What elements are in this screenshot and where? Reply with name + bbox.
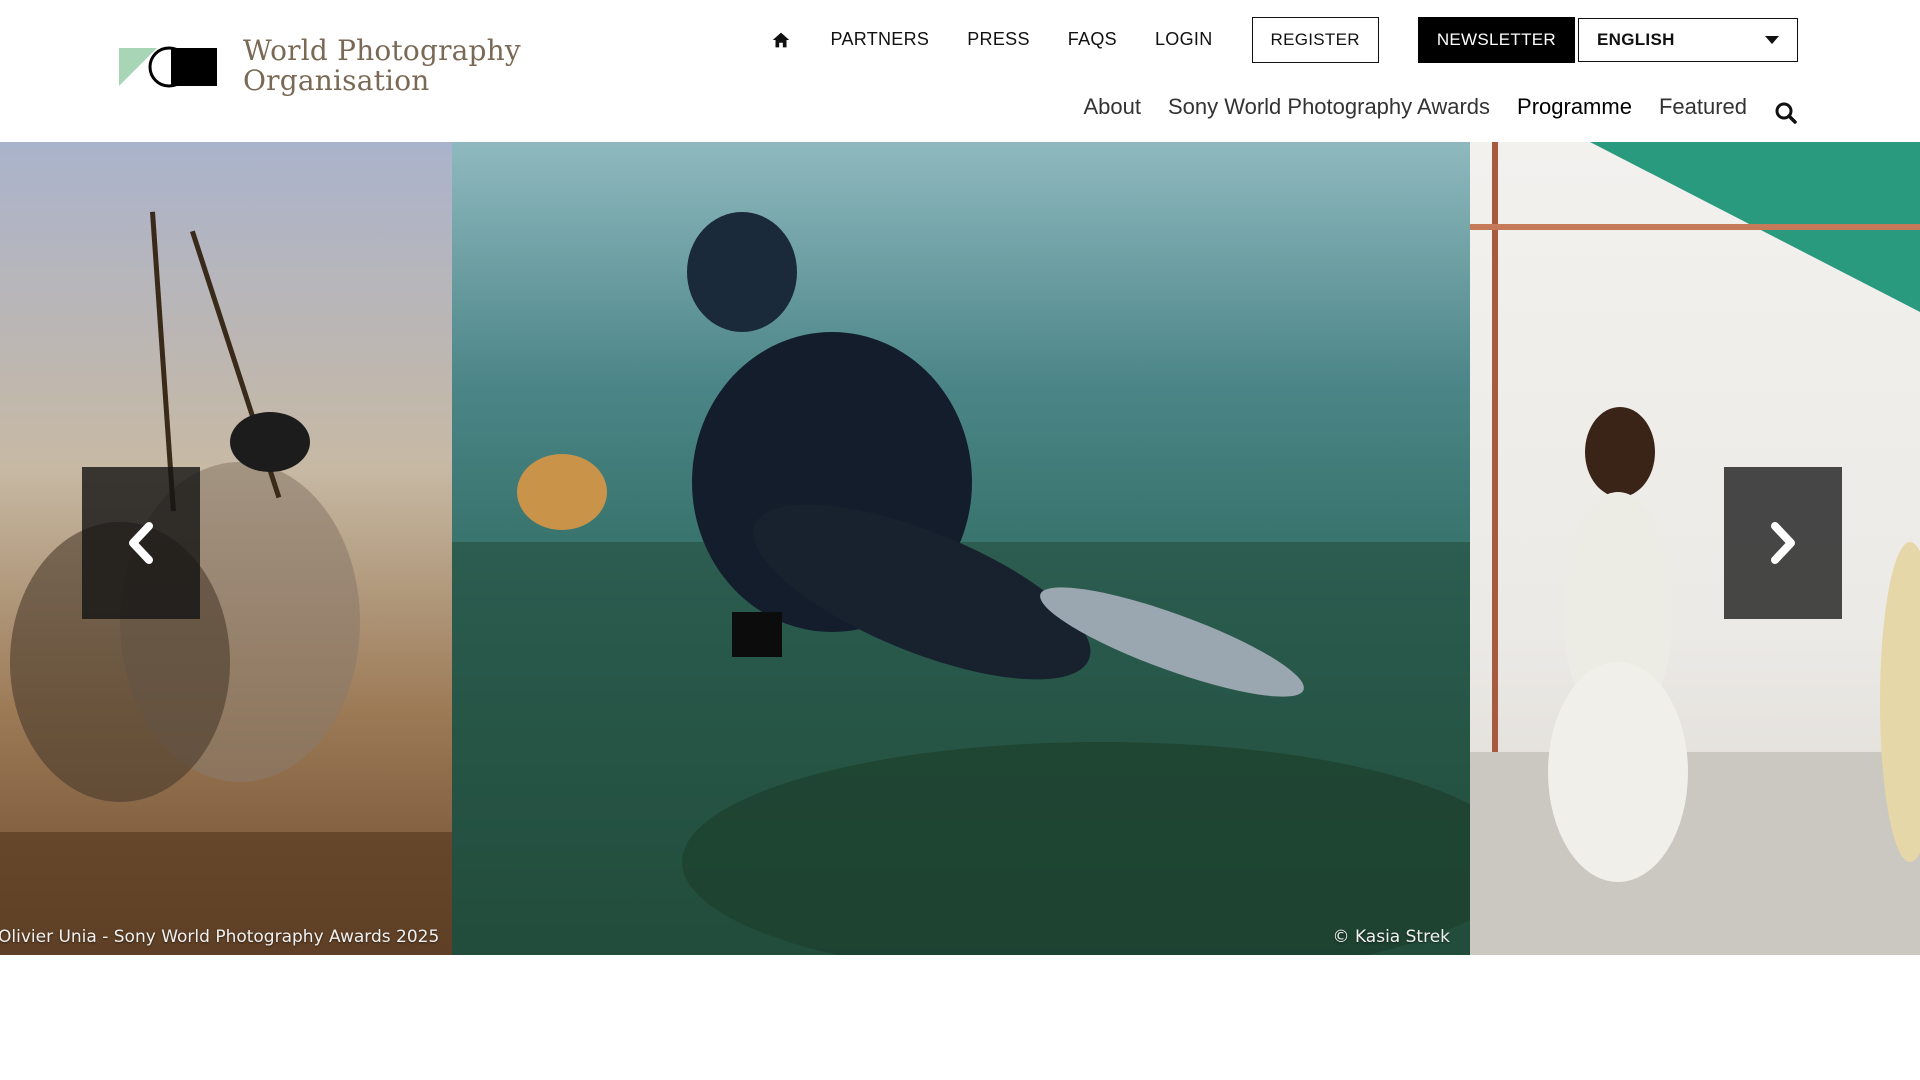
register-button[interactable]: REGISTER [1251,16,1379,63]
nav-faqs-link[interactable]: FAQS [1068,29,1117,50]
wpo-logo-mark-icon [119,46,217,88]
site-logo[interactable]: World Photography Organisation [119,36,521,96]
woman-dancing-photo [1470,142,1920,955]
chevron-right-icon [1771,522,1795,564]
carousel-slide-next[interactable] [1470,142,1920,955]
nav-programme[interactable]: Programme [1507,94,1642,148]
carousel-next-button[interactable] [1724,467,1842,619]
scuba-diver-photo [452,212,1470,955]
carousel-slide-prev[interactable]: Olivier Unia - Sony World Photography Aw… [0,142,452,955]
nav-featured[interactable]: Featured [1659,94,1747,142]
carousel-slide-active[interactable]: © Kasia Strek [452,142,1470,955]
nav-sony-world-photography-awards[interactable]: Sony World Photography Awards [1168,94,1490,142]
site-header: World Photography Organisation PARTNERS … [0,0,1920,148]
language-select[interactable]: ENGLISH [1578,17,1798,62]
logo-line-1: World Photography [243,34,521,67]
caret-down-icon [1765,35,1779,44]
chevron-left-icon [129,522,153,564]
logo-wordmark: World Photography Organisation [243,36,521,96]
slide-caption: Olivier Unia - Sony World Photography Aw… [0,927,440,947]
home-icon[interactable] [770,29,792,51]
search-icon[interactable] [1774,101,1798,125]
utility-nav: PARTNERS PRESS FAQS LOGIN REGISTER NEWSL… [770,16,1798,63]
horse-riders-photo [0,211,452,955]
nav-about[interactable]: About [1083,94,1141,142]
hero-carousel[interactable]: Olivier Unia - Sony World Photography Aw… [0,142,1920,955]
newsletter-button[interactable]: NEWSLETTER [1417,16,1575,63]
logo-line-2: Organisation [243,64,430,97]
carousel-prev-button[interactable] [82,467,200,619]
slide-caption: © Kasia Strek [1332,927,1450,947]
nav-partners-link[interactable]: PARTNERS [830,29,929,50]
language-selected-value: ENGLISH [1597,29,1675,49]
main-nav: About Sony World Photography Awards Prog… [1056,94,1798,148]
nav-login-link[interactable]: LOGIN [1155,29,1213,50]
nav-press-link[interactable]: PRESS [967,29,1030,50]
